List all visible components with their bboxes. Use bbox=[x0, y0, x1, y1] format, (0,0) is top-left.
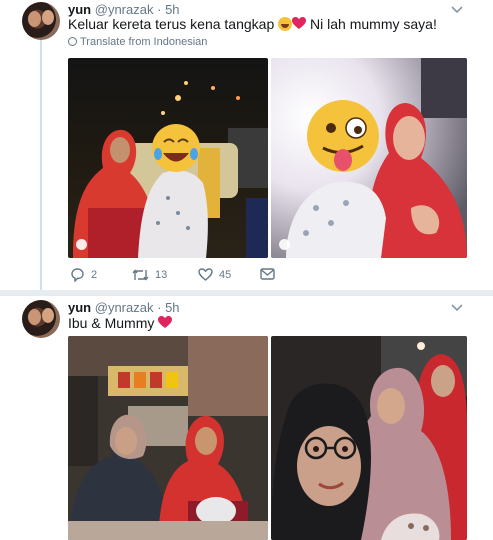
retweet-icon bbox=[132, 269, 149, 281]
photo-1-left[interactable] bbox=[68, 58, 268, 258]
reply-count: 2 bbox=[91, 269, 98, 281]
handle[interactable]: @ynrazak bbox=[95, 300, 154, 315]
laughing-emoji-icon bbox=[278, 17, 293, 31]
media-tag-icon[interactable] bbox=[76, 239, 87, 250]
photo-2-left[interactable] bbox=[68, 336, 268, 540]
photo-1-right[interactable] bbox=[271, 58, 467, 258]
retweet-button[interactable]: 13 bbox=[132, 268, 167, 284]
envelope-icon bbox=[260, 268, 275, 280]
separator-dot: · bbox=[157, 300, 162, 315]
separator-dot: · bbox=[157, 2, 162, 17]
display-name[interactable]: yun bbox=[68, 2, 91, 17]
tweet-1[interactable]: yun @ynrazak · 5h Keluar kereta terus ke… bbox=[0, 0, 493, 290]
reply-icon bbox=[71, 268, 84, 283]
tweet-text-part2: Ni lah mummy saya! bbox=[310, 16, 437, 32]
avatar[interactable] bbox=[22, 300, 60, 338]
tweet-text: Ibu & Mummy bbox=[68, 315, 173, 331]
direct-message-button[interactable] bbox=[260, 268, 275, 284]
translate-label: Translate from Indonesian bbox=[80, 36, 208, 48]
heart-icon bbox=[198, 268, 213, 281]
timestamp[interactable]: 5h bbox=[165, 2, 179, 17]
tweet-text-part1: Keluar kereta terus kena tangkap bbox=[68, 16, 275, 32]
retweet-count: 13 bbox=[155, 269, 168, 281]
display-name[interactable]: yun bbox=[68, 300, 91, 315]
like-count: 45 bbox=[219, 268, 232, 281]
tweet-text: Keluar kereta terus kena tangkap Ni lah … bbox=[68, 16, 437, 32]
handle[interactable]: @ynrazak bbox=[95, 2, 154, 17]
thread-line bbox=[40, 40, 42, 290]
media-tag-icon[interactable] bbox=[279, 239, 290, 250]
photo-2-right[interactable] bbox=[271, 336, 467, 540]
tweet-header: yun @ynrazak · 5h bbox=[68, 2, 180, 17]
avatar[interactable] bbox=[22, 2, 60, 40]
globe-icon bbox=[68, 37, 77, 46]
timestamp[interactable]: 5h bbox=[165, 300, 179, 315]
translate-link[interactable]: Translate from Indonesian bbox=[68, 36, 207, 48]
tweet-2[interactable]: yun @ynrazak · 5h Ibu & Mummy bbox=[0, 296, 493, 540]
tweet-text-part1: Ibu & Mummy bbox=[68, 315, 155, 331]
tweet-header: yun @ynrazak · 5h bbox=[68, 300, 180, 315]
chevron-down-icon[interactable] bbox=[449, 2, 465, 16]
red-heart-emoji-icon bbox=[158, 316, 173, 328]
chevron-down-icon[interactable] bbox=[449, 300, 465, 314]
red-heart-emoji-icon bbox=[292, 17, 307, 29]
reply-button[interactable]: 2 bbox=[70, 268, 97, 284]
like-button[interactable]: 45 bbox=[198, 268, 231, 284]
